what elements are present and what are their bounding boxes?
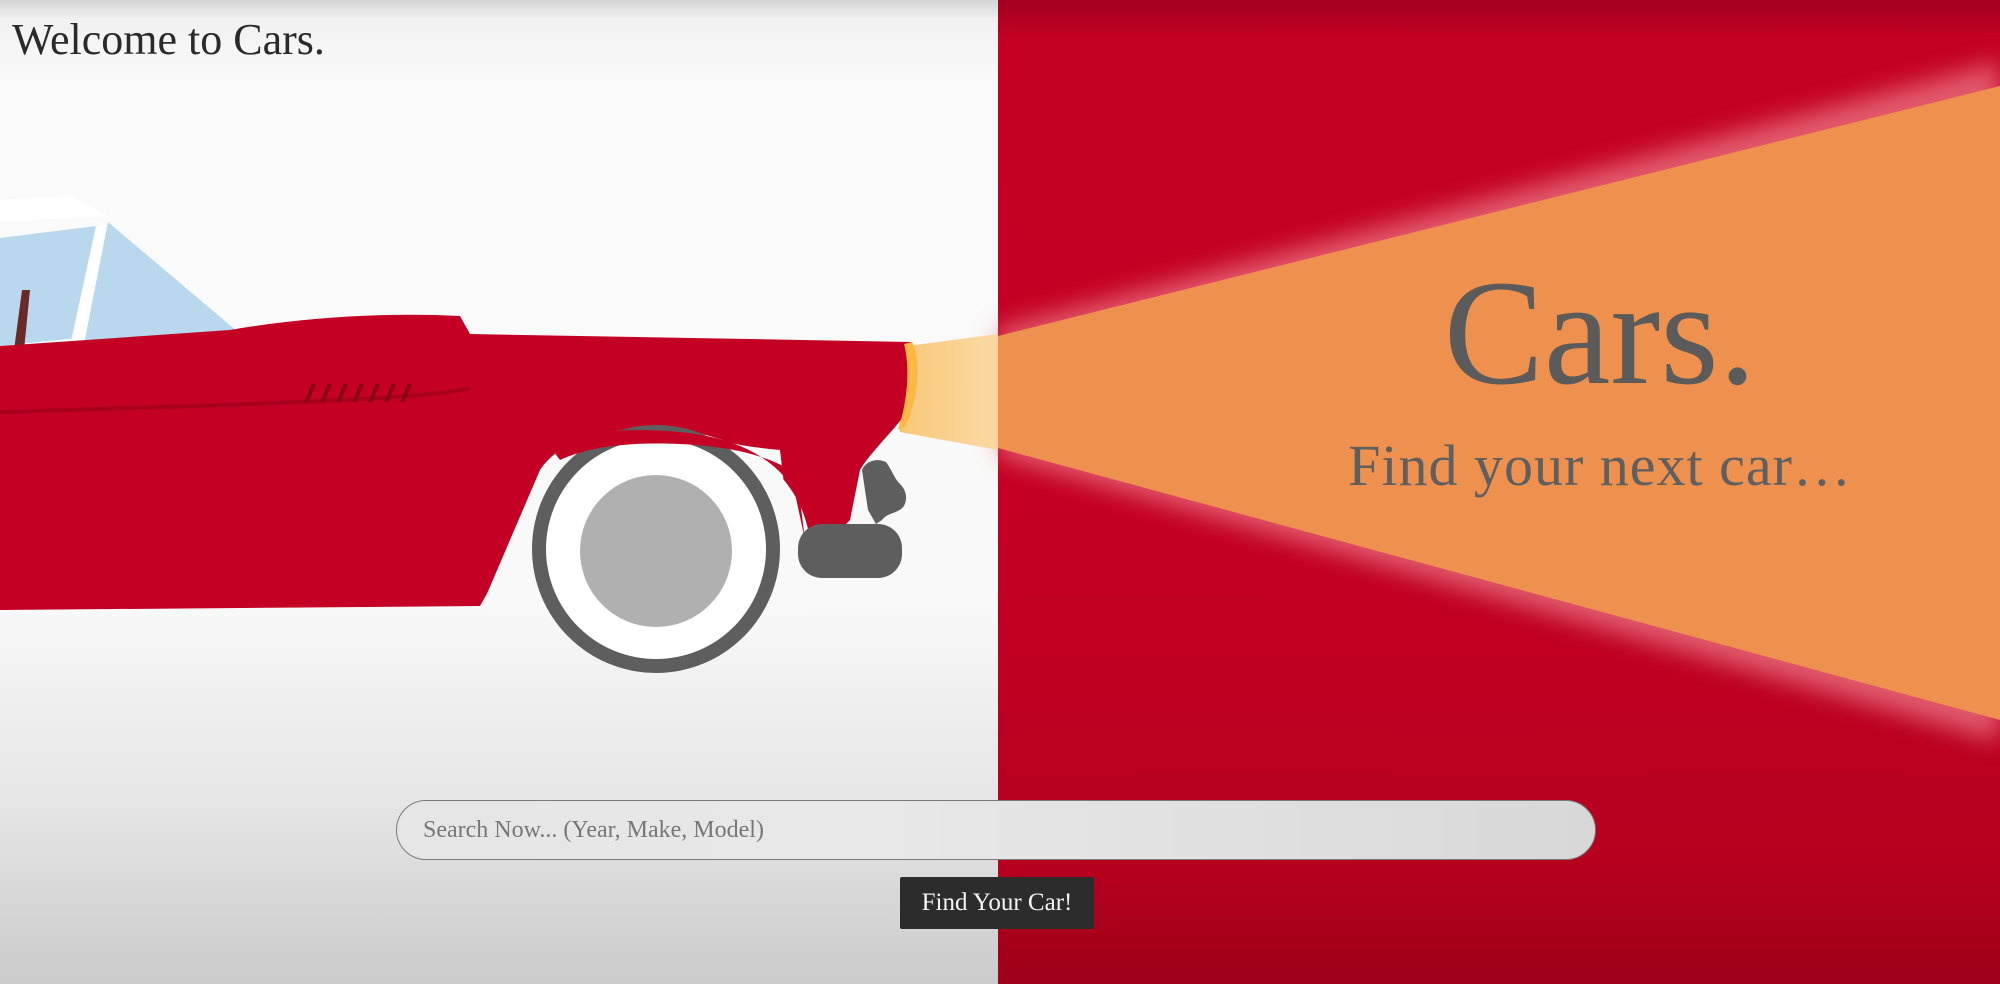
car-wheel [532,425,780,673]
search-input[interactable] [396,800,1596,860]
welcome-heading: Welcome to Cars. [12,15,325,64]
landing-page: Welcome to Cars. Cars. Find your next ca… [0,0,2000,984]
car-cabin [0,196,238,350]
hero-subtitle: Find your next car… [1348,433,1852,498]
hero-title: Cars. [1443,250,1757,416]
find-your-car-button[interactable]: Find Your Car! [900,877,1094,929]
